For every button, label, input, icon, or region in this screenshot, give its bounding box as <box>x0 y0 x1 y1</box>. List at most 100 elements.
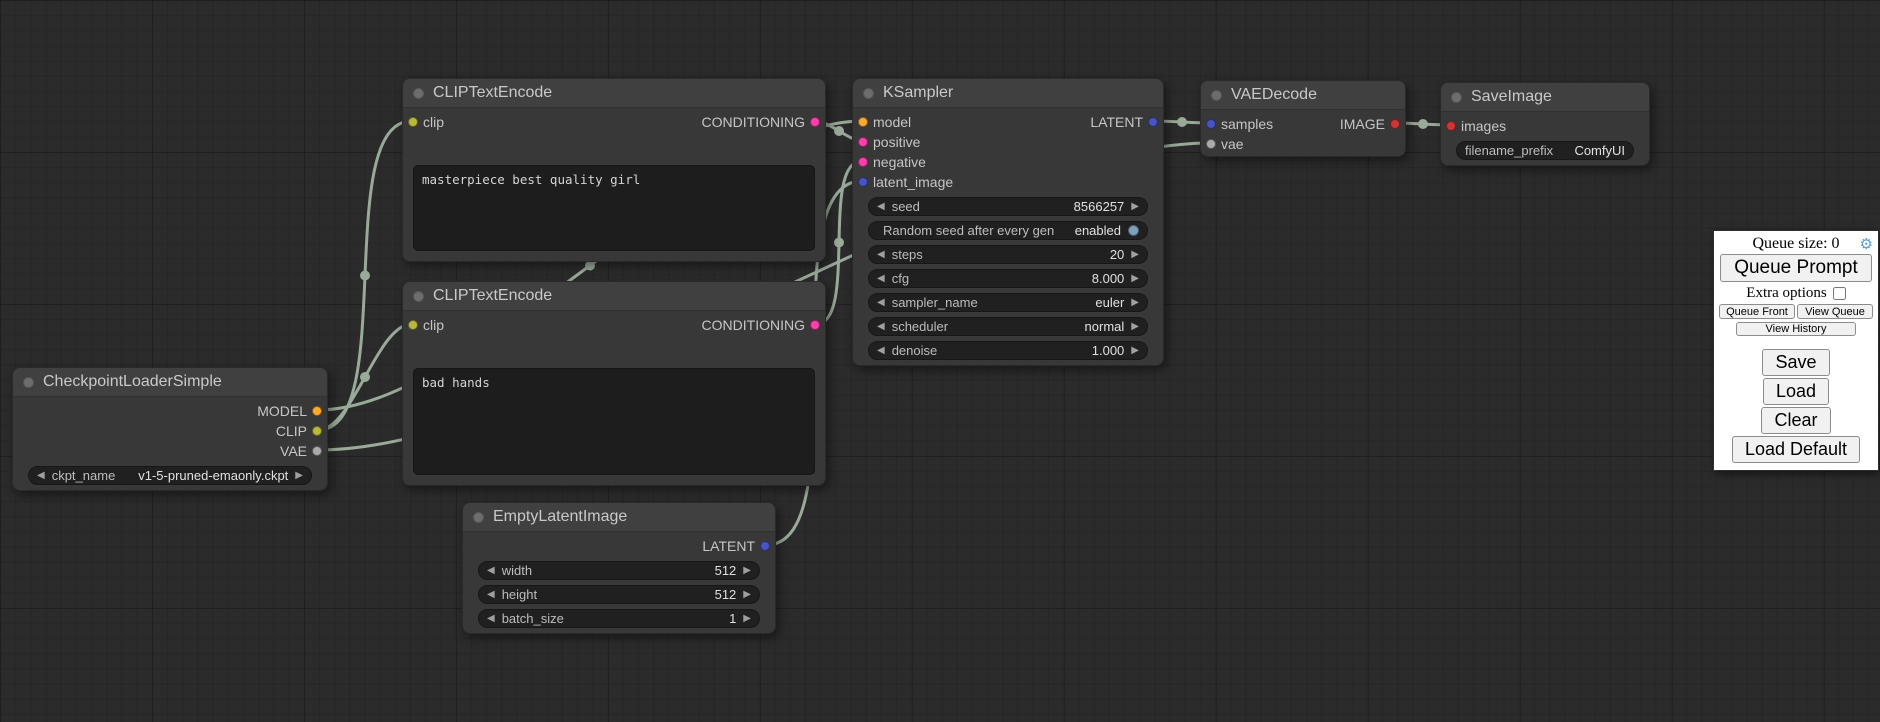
save-button[interactable]: Save <box>1762 349 1829 376</box>
output-port-conditioning[interactable] <box>810 320 820 330</box>
decrement-arrow-icon[interactable]: ◀ <box>487 590 495 600</box>
node-body: samples IMAGE vae <box>1201 110 1405 156</box>
toggle-on-indicator[interactable] <box>1128 225 1139 236</box>
increment-arrow-icon[interactable]: ▶ <box>743 614 751 624</box>
node-title-bar[interactable]: KSampler <box>853 79 1163 108</box>
widget-value: v1-5-pruned-emaonly.ckpt <box>138 468 288 483</box>
input-port-samples[interactable] <box>1206 119 1216 129</box>
widget-denoise[interactable]: ◀ denoise 1.000 ▶ <box>868 341 1148 360</box>
node-save-image[interactable]: SaveImage images filename_prefix ComfyUI <box>1440 82 1650 166</box>
node-empty-latent-image[interactable]: EmptyLatentImage LATENT ◀ width 512 ▶ ◀ … <box>462 502 776 634</box>
decrement-arrow-icon[interactable]: ◀ <box>487 566 495 576</box>
decrement-arrow-icon[interactable]: ◀ <box>877 202 885 212</box>
output-port-latent[interactable] <box>760 541 770 551</box>
load-default-button[interactable]: Load Default <box>1732 436 1860 463</box>
link-checkpoint-loader-CLIP-to-clip-positive-clip[interactable] <box>318 121 412 430</box>
widget-sampler-name[interactable]: ◀ sampler_name euler ▶ <box>868 293 1148 312</box>
output-port-model[interactable] <box>312 406 322 416</box>
increment-arrow-icon[interactable]: ▶ <box>1131 346 1139 356</box>
node-checkpoint-loader[interactable]: CheckpointLoaderSimple MODEL CLIP VAE ◀ … <box>12 367 328 491</box>
widget-width[interactable]: ◀ width 512 ▶ <box>478 561 760 580</box>
collapse-dot-icon[interactable] <box>863 88 874 99</box>
node-title-bar[interactable]: CheckpointLoaderSimple <box>13 368 327 397</box>
input-label-latent-image: latent_image <box>873 174 953 190</box>
widget-label: filename_prefix <box>1465 143 1553 158</box>
decrement-arrow-icon[interactable]: ◀ <box>877 250 885 260</box>
slot-row: clip CONDITIONING <box>403 112 825 132</box>
decrement-arrow-icon[interactable]: ◀ <box>487 614 495 624</box>
input-label-model: model <box>873 114 911 130</box>
node-body: model LATENT positive negative latent_im… <box>853 108 1163 365</box>
increment-arrow-icon[interactable]: ▶ <box>743 566 751 576</box>
decrement-arrow-icon[interactable]: ◀ <box>877 322 885 332</box>
node-title-bar[interactable]: SaveImage <box>1441 83 1649 112</box>
widget-value: euler <box>1095 295 1124 310</box>
increment-arrow-icon[interactable]: ▶ <box>1131 322 1139 332</box>
clear-button[interactable]: Clear <box>1761 407 1830 434</box>
decrement-arrow-icon[interactable]: ◀ <box>877 298 885 308</box>
node-title-bar[interactable]: CLIPTextEncode <box>403 282 825 311</box>
view-queue-button[interactable]: View Queue <box>1797 304 1873 319</box>
collapse-dot-icon[interactable] <box>23 377 34 388</box>
negative-prompt-textarea[interactable]: bad hands <box>413 368 815 475</box>
output-port-latent[interactable] <box>1148 117 1158 127</box>
input-port-clip[interactable] <box>408 117 418 127</box>
graph-canvas[interactable]: { "app": { "name": "ComfyUI", "view": "n… <box>0 0 1880 722</box>
input-port-latent-image[interactable] <box>858 177 868 187</box>
node-ksampler[interactable]: KSampler model LATENT positive negative … <box>852 78 1164 366</box>
collapse-dot-icon[interactable] <box>1211 90 1222 101</box>
settings-gear-icon[interactable]: ⚙ <box>1860 235 1873 253</box>
output-port-clip[interactable] <box>312 426 322 436</box>
node-title-bar[interactable]: VAEDecode <box>1201 81 1405 110</box>
increment-arrow-icon[interactable]: ▶ <box>1131 250 1139 260</box>
node-title-bar[interactable]: CLIPTextEncode <box>403 79 825 108</box>
widget-label: seed <box>892 199 920 214</box>
link-midpoint-dot <box>834 238 844 248</box>
input-port-images[interactable] <box>1446 121 1456 131</box>
widget-batch-size[interactable]: ◀ batch_size 1 ▶ <box>478 609 760 628</box>
output-port-conditioning[interactable] <box>810 117 820 127</box>
input-port-model[interactable] <box>858 117 868 127</box>
increment-arrow-icon[interactable]: ▶ <box>1131 202 1139 212</box>
collapse-dot-icon[interactable] <box>413 291 424 302</box>
widget-scheduler[interactable]: ◀ scheduler normal ▶ <box>868 317 1148 336</box>
queue-buttons-row: Queue Front View Queue <box>1719 304 1873 319</box>
load-button[interactable]: Load <box>1763 378 1829 405</box>
view-history-button[interactable]: View History <box>1736 322 1856 336</box>
extra-options-checkbox[interactable] <box>1833 287 1846 300</box>
widget-cfg[interactable]: ◀ cfg 8.000 ▶ <box>868 269 1148 288</box>
positive-prompt-textarea[interactable]: masterpiece best quality girl <box>413 165 815 251</box>
queue-prompt-button[interactable]: Queue Prompt <box>1720 254 1872 282</box>
node-title: SaveImage <box>1471 88 1552 106</box>
output-port-image[interactable] <box>1390 119 1400 129</box>
queue-front-button[interactable]: Queue Front <box>1719 304 1795 319</box>
node-vae-decode[interactable]: VAEDecode samples IMAGE vae <box>1200 80 1406 157</box>
input-port-negative[interactable] <box>858 157 868 167</box>
collapse-dot-icon[interactable] <box>1451 92 1462 103</box>
slot-row: CLIP <box>13 421 327 441</box>
widget-seed[interactable]: ◀ seed 8566257 ▶ <box>868 197 1148 216</box>
widget-random-seed-toggle[interactable]: Random seed after every gen enabled <box>868 221 1148 240</box>
input-port-vae[interactable] <box>1206 139 1216 149</box>
input-port-clip[interactable] <box>408 320 418 330</box>
widget-height[interactable]: ◀ height 512 ▶ <box>478 585 760 604</box>
link-checkpoint-loader-CLIP-to-clip-negative-clip[interactable] <box>318 324 412 430</box>
collapse-dot-icon[interactable] <box>413 88 424 99</box>
input-label-clip: clip <box>423 317 444 333</box>
node-title-bar[interactable]: EmptyLatentImage <box>463 503 775 532</box>
increment-arrow-icon[interactable]: ▶ <box>743 590 751 600</box>
output-port-vae[interactable] <box>312 446 322 456</box>
increment-arrow-icon[interactable]: ▶ <box>1131 298 1139 308</box>
input-port-positive[interactable] <box>858 137 868 147</box>
decrement-arrow-icon[interactable]: ◀ <box>877 346 885 356</box>
increment-arrow-icon[interactable]: ▶ <box>295 471 303 481</box>
node-clip-text-encode-positive[interactable]: CLIPTextEncode clip CONDITIONING masterp… <box>402 78 826 262</box>
collapse-dot-icon[interactable] <box>473 512 484 523</box>
decrement-arrow-icon[interactable]: ◀ <box>877 274 885 284</box>
increment-arrow-icon[interactable]: ▶ <box>1131 274 1139 284</box>
widget-steps[interactable]: ◀ steps 20 ▶ <box>868 245 1148 264</box>
node-clip-text-encode-negative[interactable]: CLIPTextEncode clip CONDITIONING bad han… <box>402 281 826 486</box>
widget-filename-prefix[interactable]: filename_prefix ComfyUI <box>1456 141 1634 160</box>
decrement-arrow-icon[interactable]: ◀ <box>37 471 45 481</box>
widget-ckpt-name[interactable]: ◀ ckpt_name v1-5-pruned-emaonly.ckpt ▶ <box>28 466 312 485</box>
